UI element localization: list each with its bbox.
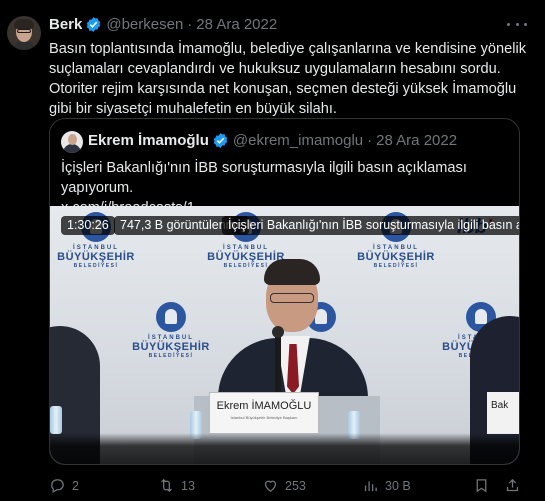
- video-duration: 1:30:26: [61, 216, 115, 235]
- water-bottle: [50, 406, 62, 434]
- reply-button[interactable]: 2: [49, 477, 79, 494]
- separator: ·: [367, 132, 373, 149]
- like-button[interactable]: 253: [262, 477, 306, 494]
- speaker-nameplate: Ekrem İMAMOĞLU İstanbul Büyükşehir Beled…: [209, 392, 319, 434]
- right-nameplate: Bak: [487, 392, 519, 434]
- retweet-button[interactable]: 13: [158, 477, 195, 494]
- quoted-header: Ekrem İmamoğlu @ekrem_imamoglu · 28 Ara …: [88, 132, 457, 149]
- tweet-actions: 2 13 253 30 B: [49, 477, 529, 497]
- separator: ·: [187, 16, 193, 33]
- like-count: 253: [285, 478, 306, 493]
- ibb-logo: İSTANBULBÜYÜKŞEHİRBELEDİYESİ: [125, 302, 217, 359]
- quoted-avatar[interactable]: [61, 131, 83, 153]
- quoted-tweet[interactable]: Ekrem İmamoğlu @ekrem_imamoglu · 28 Ara …: [49, 118, 520, 465]
- verified-badge-icon: [213, 133, 228, 148]
- author-name[interactable]: Berk: [49, 16, 82, 33]
- view-count: 30 B: [385, 478, 411, 493]
- avatar[interactable]: [7, 16, 41, 50]
- views-icon: [364, 481, 377, 492]
- retweet-count: 13: [181, 478, 195, 493]
- more-icon[interactable]: [507, 16, 527, 32]
- reply-icon: [51, 479, 64, 494]
- author-handle[interactable]: @berkesen: [106, 16, 183, 33]
- verified-badge-icon: [87, 17, 101, 32]
- tweet-header: Berk @berkesen · 28 Ara 2022: [49, 16, 277, 33]
- video-overlay-bar: [50, 433, 519, 464]
- bookmark-button[interactable]: [473, 477, 496, 494]
- tweet-date[interactable]: 28 Ara 2022: [196, 16, 277, 33]
- share-icon: [506, 478, 519, 492]
- views-button[interactable]: 30 B: [362, 477, 411, 494]
- share-button[interactable]: [504, 477, 527, 494]
- retweet-icon: [161, 478, 172, 493]
- video-caption: İçişleri Bakanlığı'nın İBB soruşturmasıy…: [222, 216, 519, 235]
- tweet[interactable]: Berk @berkesen · 28 Ara 2022 Basın topla…: [0, 0, 545, 501]
- broadcast-video[interactable]: İSTANBUL BÜYÜKŞEHİR BELEDİYESİ İSTANBUL BÜY…: [50, 206, 519, 464]
- bookmark-icon: [476, 479, 487, 493]
- quoted-author-name[interactable]: Ekrem İmamoğlu: [88, 132, 209, 149]
- quoted-date[interactable]: 28 Ara 2022: [376, 132, 457, 149]
- like-icon: [264, 480, 277, 492]
- quoted-text-line: İçişleri Bakanlığı'nın İBB soruşturmasıy…: [61, 160, 467, 196]
- tweet-text: Basın toplantısında İmamoğlu, belediye ç…: [49, 41, 527, 117]
- quoted-author-handle[interactable]: @ekrem_imamoglu: [233, 132, 363, 149]
- reply-count: 2: [72, 478, 79, 493]
